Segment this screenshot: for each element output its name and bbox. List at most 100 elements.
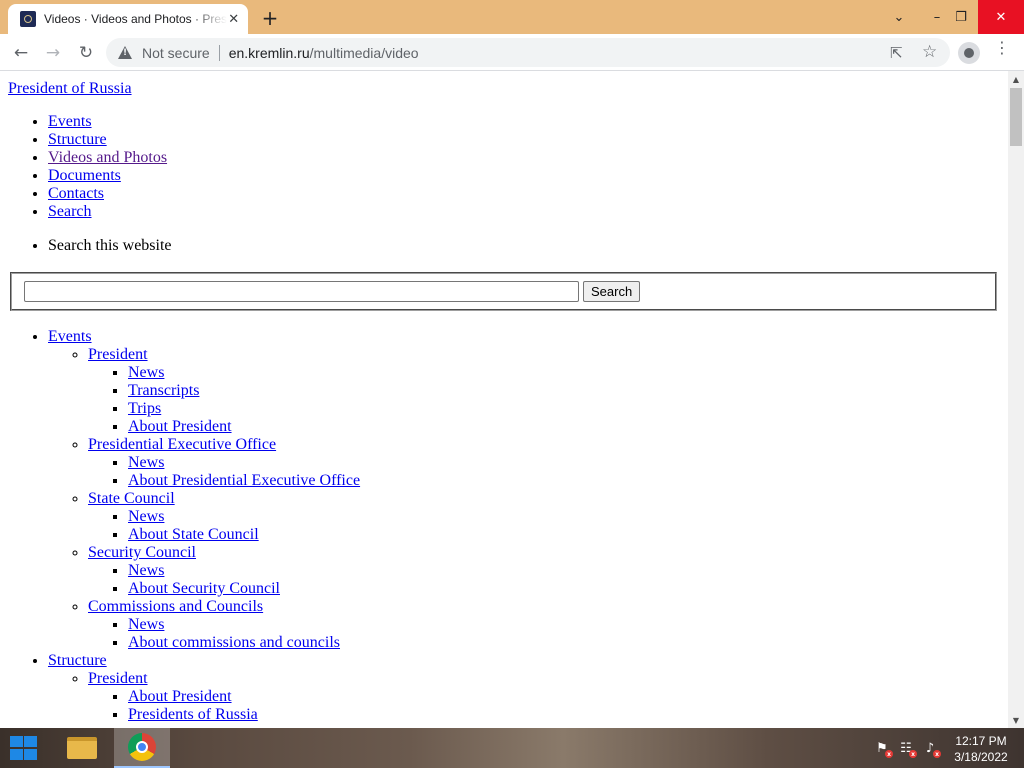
- page-scrollbar[interactable]: ▲ ▼: [1008, 71, 1024, 728]
- sitemap-link-news[interactable]: News: [128, 364, 164, 381]
- nav-link-events[interactable]: Events: [48, 113, 92, 130]
- warning-icon[interactable]: [118, 46, 132, 59]
- bookmark-star-icon[interactable]: ☆: [922, 42, 937, 62]
- nav-link-videos-photos[interactable]: Videos and Photos: [48, 149, 167, 166]
- search-button[interactable]: Search: [583, 281, 641, 302]
- sitemap-link-presidents-of-russia[interactable]: Presidents of Russia: [128, 706, 258, 723]
- sitemap-link-about-executive-office[interactable]: About Presidential Executive Office: [128, 472, 360, 489]
- security-status[interactable]: Not secure: [142, 45, 210, 61]
- sitemap-link-about-president[interactable]: About President: [128, 688, 232, 705]
- nav-link-search[interactable]: Search: [48, 203, 92, 220]
- sitemap-link-executive-office[interactable]: Presidential Executive Office: [88, 436, 276, 453]
- volume-muted-icon[interactable]: ♪ x: [922, 740, 941, 758]
- sitemap-link-president[interactable]: President: [88, 346, 148, 363]
- list-item: News: [128, 562, 360, 580]
- list-item: News: [128, 364, 360, 382]
- sitemap-section: Events President News Transcripts Trips …: [48, 328, 360, 652]
- sitemap-group: Commissions and Councils News About comm…: [88, 598, 360, 652]
- restore-button[interactable]: ❐: [944, 0, 978, 34]
- sitemap-group: President News Transcripts Trips About P…: [88, 346, 360, 436]
- browser-toolbar: ← → ↻ Not secure en.kremlin.ru/multimedi…: [0, 34, 1024, 71]
- sitemap-link-security-council[interactable]: Security Council: [88, 544, 196, 561]
- main-nav: Events Structure Videos and Photos Docum…: [8, 113, 167, 221]
- tab-search-chevron-icon[interactable]: ⌄: [882, 0, 916, 34]
- list-item: Presidents of Russia: [128, 706, 360, 724]
- sitemap-group: Presidential Executive Office News About…: [88, 436, 360, 490]
- sitemap-sublist: News About State Council: [88, 508, 360, 544]
- chrome-menu-icon[interactable]: ⋮: [994, 40, 1010, 56]
- profile-avatar-icon[interactable]: [958, 42, 980, 64]
- search-fieldset: Search: [10, 272, 997, 311]
- sitemap-link-about-state-council[interactable]: About State Council: [128, 526, 259, 543]
- nav-item-structure: Structure: [48, 131, 167, 149]
- back-arrow-icon[interactable]: ←: [7, 39, 35, 67]
- sitemap-sublist: President News Transcripts Trips About P…: [48, 346, 360, 652]
- sitemap-link-news[interactable]: News: [128, 454, 164, 471]
- list-item: Trips: [128, 400, 360, 418]
- browser-tab[interactable]: Videos · Videos and Photos · President o…: [8, 4, 248, 34]
- sitemap-section: Structure President About President Pres…: [48, 652, 360, 724]
- scroll-up-icon[interactable]: ▲: [1008, 71, 1024, 87]
- list-item: About President: [128, 418, 360, 436]
- sitemap-link-structure[interactable]: Structure: [48, 652, 107, 669]
- sitemap-link-news[interactable]: News: [128, 508, 164, 525]
- action-center-flag-icon[interactable]: ⚑ x: [874, 740, 893, 758]
- sitemap-link-news[interactable]: News: [128, 616, 164, 633]
- sitemap-link-about-security-council[interactable]: About Security Council: [128, 580, 280, 597]
- new-tab-button[interactable]: +: [258, 6, 282, 30]
- nav-link-documents[interactable]: Documents: [48, 167, 121, 184]
- search-caption: Search this website: [48, 237, 172, 255]
- tab-title: Videos · Videos and Photos · President o…: [44, 12, 227, 26]
- sitemap-group: President About President Presidents of …: [88, 670, 360, 724]
- taskbar-chrome[interactable]: [114, 728, 170, 768]
- taskbar-clock[interactable]: 12:17 PM 3/18/2022: [946, 733, 1016, 765]
- nav-item-search: Search: [48, 203, 167, 221]
- page-viewport: President of Russia Events Structure Vid…: [0, 71, 1008, 728]
- sitemap: Events President News Transcripts Trips …: [8, 328, 360, 724]
- sitemap-link-news[interactable]: News: [128, 562, 164, 579]
- sitemap-group: State Council News About State Council: [88, 490, 360, 544]
- sitemap-link-events[interactable]: Events: [48, 328, 92, 345]
- sitemap-link-trips[interactable]: Trips: [128, 400, 161, 417]
- forward-arrow-icon[interactable]: →: [39, 39, 67, 67]
- list-item: About State Council: [128, 526, 360, 544]
- sitemap-group: Security Council News About Security Cou…: [88, 544, 360, 598]
- sitemap-link-about-president[interactable]: About President: [128, 418, 232, 435]
- clock-time: 12:17 PM: [955, 734, 1007, 748]
- close-tab-icon[interactable]: ✕: [227, 10, 240, 28]
- share-icon[interactable]: ⇱: [890, 44, 903, 62]
- windows-start-icon[interactable]: [8, 736, 38, 760]
- sitemap-link-about-commissions[interactable]: About commissions and councils: [128, 634, 340, 651]
- sitemap-link-transcripts[interactable]: Transcripts: [128, 382, 199, 399]
- nav-item-events: Events: [48, 113, 167, 131]
- kremlin-favicon-icon: [20, 11, 36, 27]
- sitemap-link-commissions[interactable]: Commissions and Councils: [88, 598, 263, 615]
- nav-item-videos-photos: Videos and Photos: [48, 149, 167, 167]
- nav-link-contacts[interactable]: Contacts: [48, 185, 104, 202]
- search-caption-list: Search this website: [8, 237, 172, 255]
- tab-strip: Videos · Videos and Photos · President o…: [0, 0, 1024, 34]
- taskbar-file-explorer[interactable]: [54, 728, 110, 768]
- url-path[interactable]: /multimedia/video: [310, 45, 419, 61]
- scroll-thumb[interactable]: [1010, 88, 1022, 146]
- list-item: About commissions and councils: [128, 634, 360, 652]
- file-explorer-icon: [67, 737, 97, 759]
- sitemap-link-president[interactable]: President: [88, 670, 148, 687]
- nav-item-documents: Documents: [48, 167, 167, 185]
- sitemap-link-state-council[interactable]: State Council: [88, 490, 175, 507]
- search-input[interactable]: [24, 281, 579, 302]
- close-window-button[interactable]: ✕: [978, 0, 1024, 34]
- scroll-down-icon[interactable]: ▼: [1008, 712, 1024, 728]
- list-item: About President: [128, 688, 360, 706]
- sitemap-sublist: News About Security Council: [88, 562, 360, 598]
- clock-date: 3/18/2022: [954, 750, 1008, 764]
- address-bar[interactable]: Not secure en.kremlin.ru/multimedia/vide…: [106, 38, 950, 67]
- site-title-link[interactable]: President of Russia: [8, 79, 132, 98]
- nav-link-structure[interactable]: Structure: [48, 131, 107, 148]
- sitemap-sublist: About President Presidents of Russia: [88, 688, 360, 724]
- url-host[interactable]: en.kremlin.ru: [229, 45, 310, 61]
- network-icon[interactable]: ☷ x: [898, 740, 917, 758]
- sitemap-sublist: News About Presidential Executive Office: [88, 454, 360, 490]
- reload-icon[interactable]: ↻: [72, 39, 100, 67]
- list-item: News: [128, 508, 360, 526]
